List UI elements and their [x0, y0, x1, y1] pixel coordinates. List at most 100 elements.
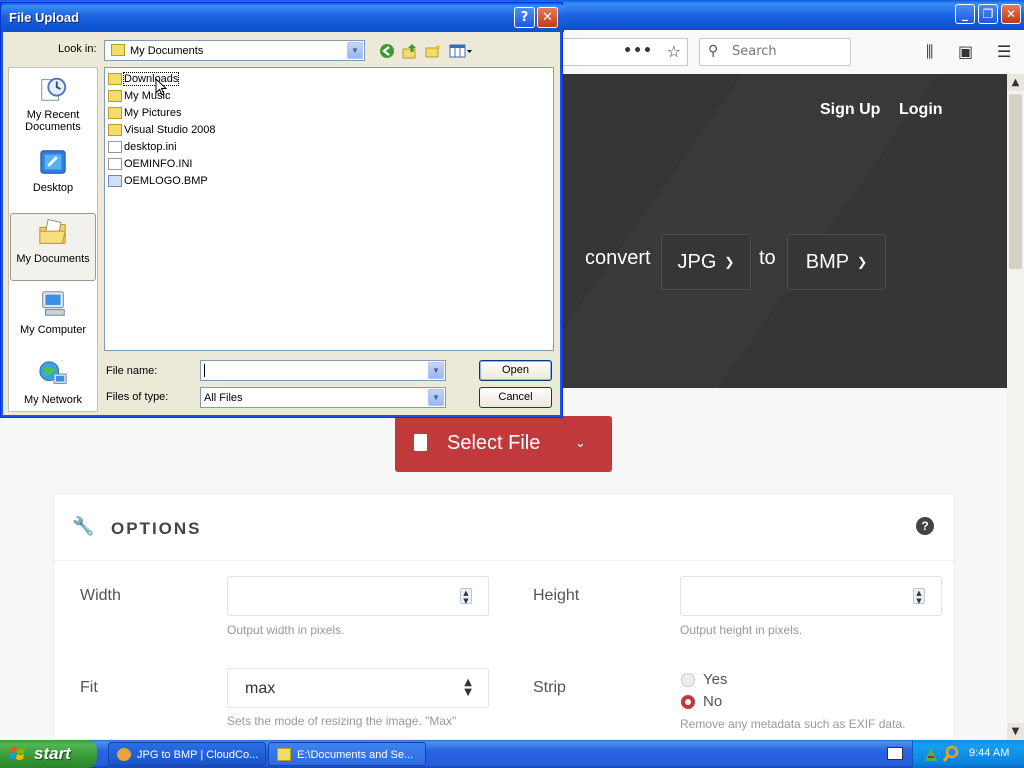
width-hint: Output width in pixels.: [227, 623, 345, 637]
hamburger-menu-icon[interactable]: ☰: [997, 42, 1011, 61]
width-input[interactable]: ▲ ▼: [227, 576, 489, 616]
close-button[interactable]: ✕: [1001, 4, 1021, 24]
scroll-down-icon[interactable]: ▼: [1007, 723, 1024, 740]
place-label: My Computer: [19, 324, 87, 336]
place-my-documents[interactable]: My Documents: [10, 213, 96, 281]
dialog-title: File Upload: [9, 10, 80, 25]
place-label: My Documents: [16, 253, 90, 265]
cancel-button[interactable]: Cancel: [479, 387, 552, 408]
help-icon[interactable]: ?: [916, 517, 934, 535]
new-folder-icon[interactable]: [425, 43, 441, 59]
library-icon[interactable]: ⫼: [926, 42, 933, 62]
list-item-visual-studio[interactable]: Visual Studio 2008: [108, 122, 216, 138]
fit-value: max: [245, 680, 276, 697]
open-button[interactable]: Open: [479, 360, 552, 381]
place-desktop[interactable]: Desktop: [10, 147, 96, 194]
windows-logo-icon: [10, 747, 25, 760]
place-label: My Recent Documents: [25, 109, 81, 133]
look-in-dropdown[interactable]: My Documents ▼: [104, 40, 365, 61]
signup-link[interactable]: Sign Up: [820, 101, 880, 119]
place-my-recent-documents[interactable]: My Recent Documents: [10, 74, 96, 133]
my-documents-icon: [39, 219, 66, 244]
search-icon: ⚲: [708, 43, 719, 59]
files-of-type-label: Files of type:: [106, 391, 169, 403]
options-title: OPTIONS: [111, 519, 202, 538]
folder-icon: [108, 124, 122, 136]
from-format-dropdown[interactable]: JPG ❯: [661, 234, 751, 290]
dropdown-arrow-icon[interactable]: ▼: [347, 42, 363, 59]
strip-yes-radio[interactable]: [681, 673, 695, 687]
scrollbar-thumb[interactable]: [1009, 94, 1022, 269]
mouse-cursor-icon: [155, 78, 167, 96]
list-item-my-pictures[interactable]: My Pictures: [108, 105, 181, 121]
wrench-icon: 🔧: [72, 516, 95, 537]
taskbar-item-explorer[interactable]: E:\Documents and Se...: [268, 742, 426, 766]
page-scrollbar[interactable]: ▲ ▼: [1007, 74, 1024, 740]
list-item-desktop-ini[interactable]: desktop.ini: [108, 139, 177, 155]
select-file-label: Select File: [447, 432, 541, 454]
file-name-input[interactable]: ▼: [200, 360, 446, 381]
start-label: start: [34, 744, 71, 763]
bookmark-star-icon[interactable]: ☆: [667, 42, 681, 61]
back-icon[interactable]: [379, 43, 395, 59]
to-label: to: [759, 247, 776, 269]
width-label: Width: [80, 587, 121, 604]
list-item-oeminfo[interactable]: OEMINFO.INI: [108, 156, 192, 172]
my-network-icon: [39, 361, 67, 384]
sidebar-icon[interactable]: ▣: [958, 42, 973, 61]
up-folder-icon[interactable]: [402, 43, 418, 59]
dropdown-arrow-icon[interactable]: ▼: [428, 362, 444, 379]
place-my-computer[interactable]: My Computer: [10, 289, 96, 336]
minimize-button[interactable]: _: [955, 4, 975, 24]
fit-hint: Sets the mode of resizing the image. "Ma…: [227, 714, 457, 728]
taskbar: start JPG to BMP | CloudCo... E:\Documen…: [0, 740, 1024, 768]
width-spinner[interactable]: ▲ ▼: [460, 588, 472, 605]
login-link[interactable]: Login: [899, 101, 943, 119]
music-folder-icon: [108, 90, 122, 102]
place-label: My Network: [23, 394, 83, 406]
search-bar[interactable]: ⚲: [699, 38, 851, 66]
network-status-icon[interactable]: [923, 745, 939, 763]
select-file-button[interactable]: Select File ⌄: [395, 416, 612, 472]
to-format-dropdown[interactable]: BMP ❯: [787, 234, 886, 290]
keyboard-icon[interactable]: [887, 747, 903, 760]
folder-icon: [111, 44, 125, 56]
look-in-value: My Documents: [130, 45, 204, 57]
firefox-icon: [117, 748, 131, 761]
settings-file-icon: [108, 141, 122, 153]
views-menu-icon[interactable]: [449, 43, 473, 59]
search-input[interactable]: [730, 43, 844, 60]
search-icon[interactable]: [943, 745, 959, 763]
convert-label: convert: [585, 247, 651, 269]
maximize-button[interactable]: ❐: [978, 4, 998, 24]
file-name-label: File name:: [106, 365, 158, 377]
dialog-titlebar[interactable]: File Upload ? ✕: [1, 3, 564, 32]
text-caret: [204, 364, 205, 377]
place-my-network[interactable]: My Network: [10, 359, 96, 406]
list-item-downloads[interactable]: Downloads: [108, 71, 180, 87]
page-actions-menu[interactable]: •••: [623, 43, 653, 59]
bitmap-file-icon: [108, 175, 122, 187]
help-button[interactable]: ?: [514, 7, 535, 28]
height-spinner[interactable]: ▲ ▼: [913, 588, 925, 605]
system-tray: 9:44 AM: [912, 740, 1024, 768]
dropdown-arrow-icon[interactable]: ▼: [428, 389, 444, 406]
to-format-value: BMP: [805, 250, 850, 273]
options-panel: 🔧 OPTIONS ? Width ▲ ▼ Output width in pix…: [53, 493, 955, 740]
dialog-close-button[interactable]: ✕: [537, 7, 558, 28]
strip-yes-label: Yes: [703, 671, 728, 688]
fit-select[interactable]: max ▲ ▼: [227, 668, 489, 708]
strip-no-radio[interactable]: [681, 695, 695, 709]
files-of-type-select[interactable]: All Files ▼: [200, 387, 446, 408]
list-item-oemlogo[interactable]: OEMLOGO.BMP: [108, 173, 208, 189]
select-arrows-icon: ▲ ▼: [464, 677, 472, 698]
fit-label: Fit: [80, 679, 98, 696]
url-bar[interactable]: ••• ☆: [560, 38, 688, 66]
height-input[interactable]: ▲ ▼: [680, 576, 942, 616]
desktop-icon: [40, 150, 66, 174]
start-button[interactable]: start: [0, 740, 97, 768]
scroll-up-icon[interactable]: ▲: [1007, 74, 1024, 91]
strip-hint: Remove any metadata such as EXIF data.: [680, 717, 906, 731]
taskbar-item-browser[interactable]: JPG to BMP | CloudCo...: [108, 742, 266, 766]
chevron-down-icon[interactable]: ⌄: [575, 435, 586, 451]
